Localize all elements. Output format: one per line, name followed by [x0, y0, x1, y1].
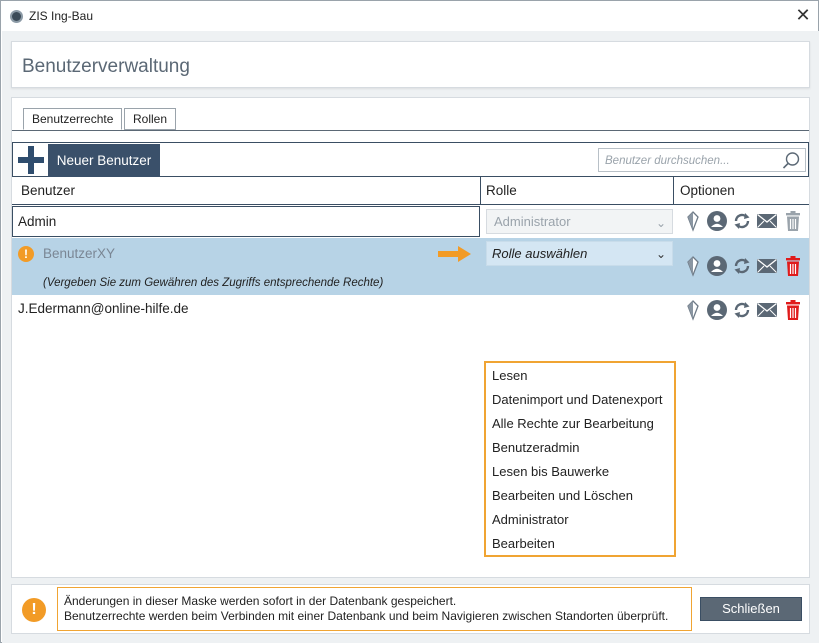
search-icon[interactable]: [781, 151, 801, 171]
chevron-down-icon: ⌄: [655, 216, 666, 230]
user-name: J.Edermann@online-hilfe.de: [18, 301, 189, 316]
column-header-role[interactable]: Rolle: [481, 177, 674, 205]
arrow-right-icon: [438, 246, 471, 262]
role-option-bearbeiten-loeschen[interactable]: Bearbeiten und Löschen: [486, 484, 674, 508]
table-row-selected[interactable]: ! BenutzerXY (Vergeben Sie zum Gewähren …: [12, 238, 809, 295]
user-name: BenutzerXY: [43, 246, 116, 261]
role-option-lesen[interactable]: Lesen: [486, 364, 674, 388]
role-option-bearbeiten[interactable]: Bearbeiten: [486, 532, 674, 556]
mail-icon[interactable]: [756, 299, 778, 321]
user-rights-hint: (Vergeben Sie zum Gewähren des Zugriffs …: [43, 277, 384, 289]
row-options: [682, 299, 807, 321]
add-user-plus-icon[interactable]: [17, 145, 45, 175]
page-title: Benutzerverwaltung: [22, 56, 190, 77]
trash-icon: [786, 211, 800, 231]
client-area: Benutzerverwaltung Benutzerrechte Rollen…: [2, 31, 819, 643]
role-option-datenimport[interactable]: Datenimport und Datenexport: [486, 388, 674, 412]
title-bar: ZIS Ing-Bau ✕: [1, 1, 818, 31]
gem-icon[interactable]: [682, 210, 704, 232]
table-row[interactable]: Admin Administrator ⌄: [12, 206, 809, 237]
window-title: ZIS Ing-Bau: [29, 9, 94, 23]
info-message: Änderungen in dieser Maske werden sofort…: [57, 587, 692, 631]
warning-icon: !: [22, 598, 46, 622]
info-message-line1: Änderungen in dieser Maske werden sofort…: [64, 594, 457, 608]
mail-icon[interactable]: [756, 210, 778, 232]
refresh-icon[interactable]: [731, 299, 753, 321]
gem-icon[interactable]: [682, 299, 704, 321]
row-options: [682, 210, 807, 232]
user-search-box: [598, 148, 806, 172]
user-circle-icon[interactable]: [706, 299, 728, 321]
close-button[interactable]: Schließen: [700, 597, 802, 621]
column-header-options: Optionen: [674, 177, 809, 205]
column-header-user[interactable]: Benutzer: [12, 177, 481, 205]
role-option-administrator[interactable]: Administrator: [486, 508, 674, 532]
user-circle-icon[interactable]: [706, 255, 728, 277]
role-dropdown-list: Lesen Datenimport und Datenexport Alle R…: [484, 361, 676, 557]
header-panel: Benutzerverwaltung: [11, 41, 810, 88]
trash-icon[interactable]: [782, 255, 804, 277]
role-select[interactable]: Rolle auswählen ⌄: [486, 241, 673, 266]
role-option-benutzeradmin[interactable]: Benutzeradmin: [486, 436, 674, 460]
tab-divider: [12, 130, 809, 131]
refresh-icon[interactable]: [731, 210, 753, 232]
user-search-input[interactable]: [605, 152, 775, 169]
gem-icon[interactable]: [682, 255, 704, 277]
window-close-button[interactable]: ✕: [788, 1, 818, 31]
main-panel: Benutzerrechte Rollen Neuer Benutzer Ben…: [11, 97, 810, 578]
row-options: [682, 255, 807, 277]
role-option-alle-rechte[interactable]: Alle Rechte zur Bearbeitung: [486, 412, 674, 436]
mail-icon[interactable]: [756, 255, 778, 277]
footer-bar: ! Änderungen in dieser Maske werden sofo…: [11, 584, 810, 634]
toolbar: Neuer Benutzer: [12, 142, 809, 177]
tab-rollen[interactable]: Rollen: [124, 108, 177, 130]
application-window: ZIS Ing-Bau ✕ Benutzerverwaltung Benutze…: [0, 0, 819, 643]
user-name-field[interactable]: Admin: [12, 206, 480, 237]
table-row[interactable]: J.Edermann@online-hilfe.de: [12, 295, 809, 325]
warning-icon: !: [18, 246, 34, 262]
role-select-value: Administrator: [494, 214, 571, 229]
app-logo-icon: [10, 10, 23, 23]
tab-benutzerrechte[interactable]: Benutzerrechte: [23, 108, 123, 130]
user-circle-icon[interactable]: [706, 210, 728, 232]
info-message-line2: Benutzerrechte werden beim Verbinden mit…: [64, 609, 669, 623]
role-select-disabled: Administrator ⌄: [486, 209, 673, 234]
role-select-value: Rolle auswählen: [492, 246, 588, 261]
role-option-lesen-bis-bauwerke[interactable]: Lesen bis Bauwerke: [486, 460, 674, 484]
trash-icon[interactable]: [782, 299, 804, 321]
new-user-button[interactable]: Neuer Benutzer: [48, 144, 160, 177]
chevron-down-icon: ⌄: [655, 247, 666, 261]
refresh-icon[interactable]: [731, 255, 753, 277]
